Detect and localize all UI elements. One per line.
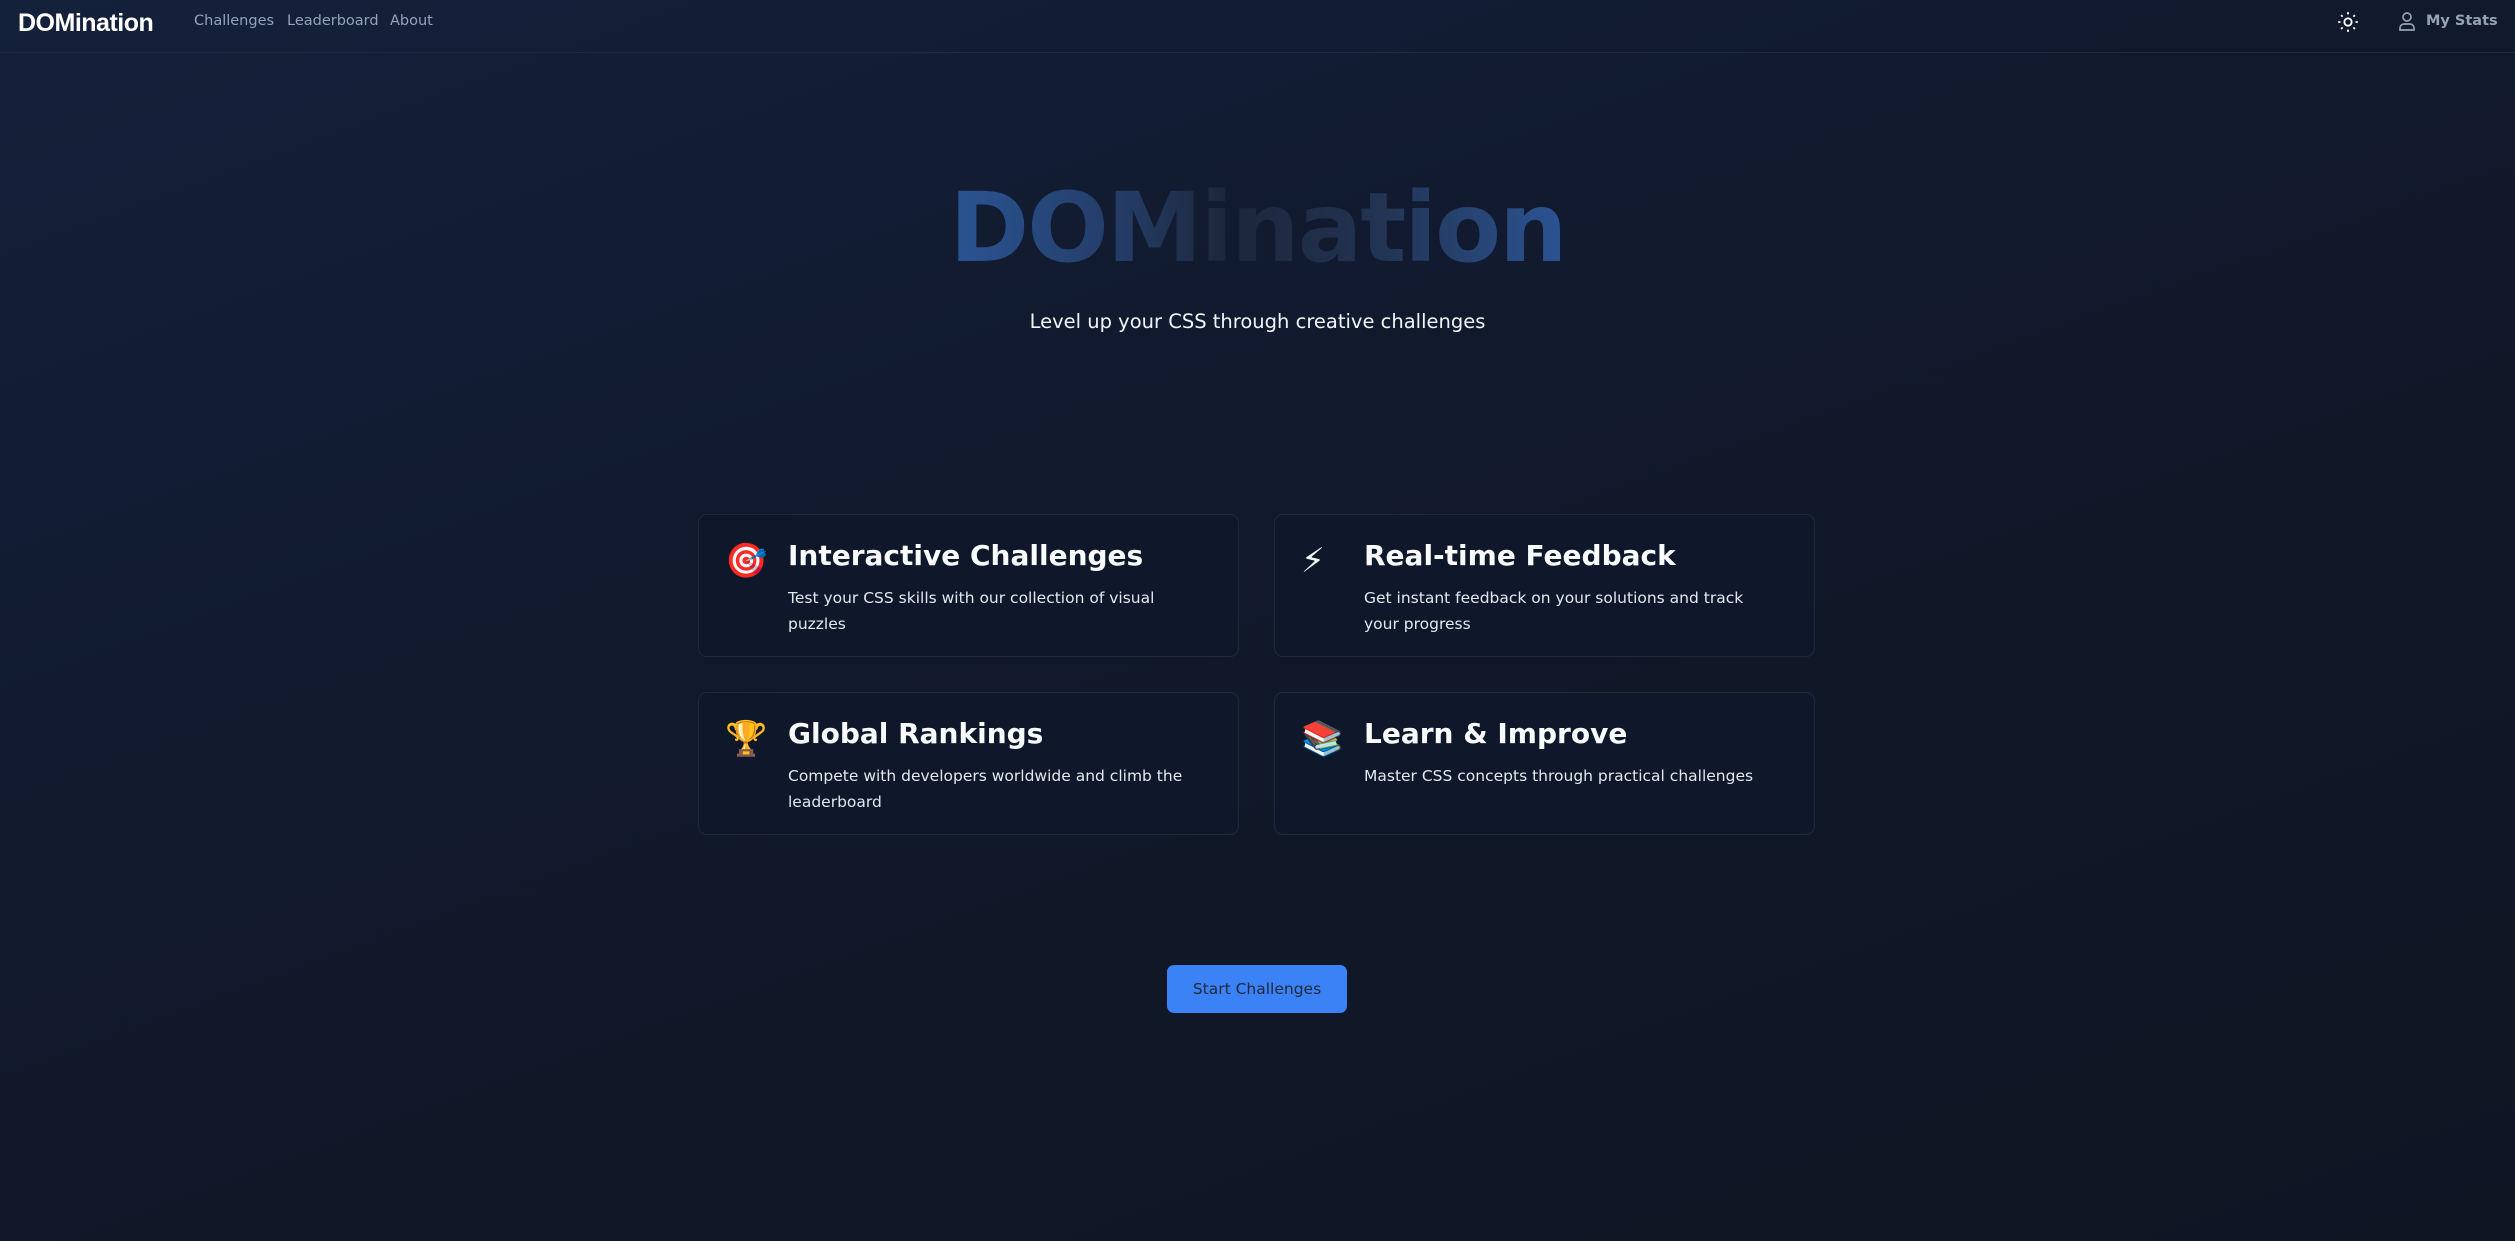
feature-card-realtime-feedback: ⚡ Real-time Feedback Get instant feedbac… [1274,514,1815,657]
lightning-icon: ⚡ [1301,541,1325,581]
hero-title: DOMination [949,172,1568,284]
feature-card-interactive-challenges: 🎯 Interactive Challenges Test your CSS s… [698,514,1239,657]
feature-title: Real-time Feedback [1364,539,1676,572]
feature-card-learn-improve: 📚 Learn & Improve Master CSS concepts th… [1274,692,1815,835]
start-challenges-button[interactable]: Start Challenges [1167,965,1347,1013]
trophy-icon: 🏆 [725,719,768,759]
my-stats-label: My Stats [2426,13,2498,29]
target-icon: 🎯 [725,541,768,581]
books-icon: 📚 [1301,719,1344,759]
feature-title: Global Rankings [788,717,1044,750]
nav-link-leaderboard[interactable]: Leaderboard [287,13,379,29]
hero-subtitle: Level up your CSS through creative chall… [1029,310,1486,333]
logo[interactable]: DOMination [18,9,154,38]
feature-title: Interactive Challenges [788,539,1144,572]
top-nav: DOMination Challenges Leaderboard About … [0,0,2515,53]
feature-desc: Test your CSS skills with our collection… [788,589,1155,633]
nav-link-about[interactable]: About [390,13,433,29]
user-icon [2399,12,2415,31]
feature-title: Learn & Improve [1364,717,1628,750]
my-stats-button[interactable]: My Stats [2398,11,2498,31]
sun-icon[interactable] [2337,11,2359,33]
feature-desc: Master CSS concepts through practical ch… [1364,767,1754,785]
feature-desc: Compete with developers worldwide and cl… [788,767,1183,811]
nav-link-challenges[interactable]: Challenges [194,13,274,29]
feature-card-global-rankings: 🏆 Global Rankings Compete with developer… [698,692,1239,835]
feature-desc: Get instant feedback on your solutions a… [1364,589,1744,633]
